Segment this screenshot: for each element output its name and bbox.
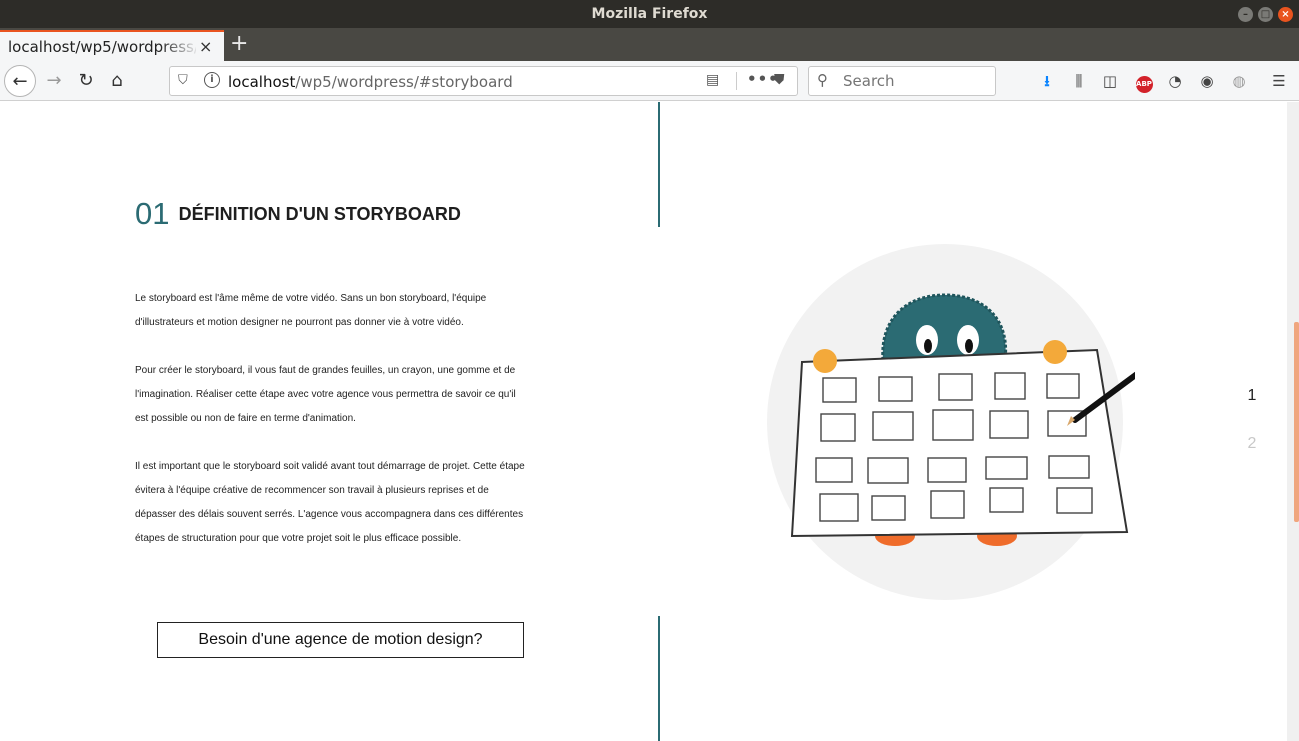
site-info-icon[interactable]: i: [204, 72, 220, 88]
library-icon[interactable]: ⫼: [1068, 70, 1090, 92]
paragraph-2: Pour créer le storyboard, il vous faut d…: [135, 365, 516, 424]
url-bar[interactable]: ⛉ i localhost/wp5/wordpress/#storyboard …: [169, 66, 798, 96]
tracking-shield-icon[interactable]: ⛉: [178, 73, 188, 88]
new-tab-button[interactable]: +: [230, 31, 248, 56]
pagination-item-1[interactable]: 1: [1240, 387, 1264, 405]
url-text[interactable]: localhost/wp5/wordpress/#storyboard: [228, 73, 513, 91]
monster-left-pupil: [924, 339, 932, 353]
pocket-icon[interactable]: ⛊: [774, 72, 785, 88]
url-host: localhost: [228, 73, 296, 91]
section-number: 01: [135, 196, 170, 231]
adblock-badge: ABP: [1135, 76, 1153, 93]
search-icon: ⚲: [817, 71, 828, 89]
home-button[interactable]: ⌂: [101, 65, 133, 97]
paragraph-3: Il est important que le storyboard soit …: [135, 461, 525, 544]
section-heading: 01 DÉFINITION D'UN STORYBOARD: [135, 196, 461, 232]
close-window-icon[interactable]: ×: [1278, 7, 1293, 22]
navigation-toolbar: ← → ↻ ⌂ ⛉ i localhost/wp5/wordpress/#sto…: [0, 61, 1299, 101]
sidebar-icon[interactable]: ◫: [1099, 70, 1121, 92]
globe-icon[interactable]: ◍: [1228, 70, 1250, 92]
menu-icon[interactable]: ☰: [1268, 70, 1290, 92]
search-input[interactable]: [843, 72, 983, 90]
tab-close-icon[interactable]: ×: [199, 37, 212, 56]
forward-button[interactable]: →: [38, 65, 70, 97]
pagination-item-2[interactable]: 2: [1240, 435, 1264, 453]
adblock-plus-icon[interactable]: ABP: [1133, 70, 1155, 93]
divider-line-top: [658, 102, 660, 227]
url-separator: [736, 72, 737, 90]
tab-storyboard[interactable]: localhost/wp5/wordpress/#storyboard ×: [0, 30, 224, 61]
page-content: 01 DÉFINITION D'UN STORYBOARD Le storybo…: [0, 102, 1287, 741]
page-scrollbar-thumb[interactable]: [1294, 322, 1299, 522]
storyboard-illustration: [767, 244, 1135, 600]
monster-right-pupil: [965, 339, 973, 353]
minimize-icon[interactable]: –: [1238, 7, 1253, 22]
maximize-icon[interactable]: □: [1258, 7, 1273, 22]
downloads-icon[interactable]: ⭳: [1036, 70, 1058, 92]
back-button[interactable]: ←: [4, 65, 36, 97]
reader-view-icon[interactable]: ▤: [706, 72, 719, 88]
monster-left-paw: [813, 349, 837, 373]
url-path: /wp5/wordpress/#storyboard: [295, 73, 513, 91]
search-bar[interactable]: ⚲: [808, 66, 996, 96]
tab-fade: [160, 32, 200, 61]
agency-cta-button[interactable]: Besoin d'une agence de motion design?: [157, 622, 524, 658]
monster-right-paw: [1043, 340, 1067, 364]
paragraph-1: Le storyboard est l'âme même de votre vi…: [135, 293, 487, 328]
extension-icon[interactable]: ◔: [1164, 70, 1186, 92]
tab-bar: localhost/wp5/wordpress/#storyboard × +: [0, 28, 1299, 61]
section-title: DÉFINITION D'UN STORYBOARD: [178, 203, 461, 224]
reload-button[interactable]: ↻: [70, 65, 102, 97]
divider-line-bottom: [658, 616, 660, 741]
window-title: Mozilla Firefox: [591, 6, 708, 22]
window-titlebar: Mozilla Firefox – □ ×: [0, 0, 1299, 28]
account-icon[interactable]: ◉: [1196, 70, 1218, 92]
